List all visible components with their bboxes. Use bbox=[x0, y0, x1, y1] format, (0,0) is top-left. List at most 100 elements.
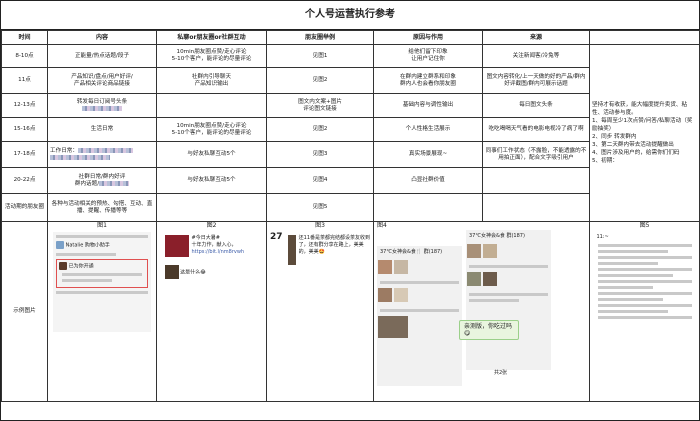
content-text: 工作日常： bbox=[50, 147, 78, 154]
cell-content: 转发每日订阅号头条 bbox=[47, 93, 157, 118]
cell-example: 见图2 bbox=[266, 67, 374, 94]
screenshot-line bbox=[469, 265, 548, 268]
fig4-chat-a-title: 37℃女神会&食🍴 群(187) bbox=[380, 249, 443, 255]
cell-interaction: 10min朋友圈点赞/走心评论 5-10个客户，能评论的尽量评论 bbox=[156, 117, 267, 142]
header-example: 朋友圈举例 bbox=[266, 30, 374, 45]
header-time: 时间 bbox=[1, 30, 48, 45]
photo-thumb bbox=[378, 260, 392, 274]
figure-3-cell: 图3 27 还11番是茶都完结都设茶友收到了，还有群分享在路上，美美的，美美🤩 bbox=[266, 221, 374, 402]
fig2-link[interactable]: https://bit.l/nm8rvwh bbox=[192, 249, 245, 256]
photo-thumb bbox=[378, 316, 408, 338]
fig4-overlay: 亲测版，你吃过吗😋 bbox=[459, 320, 519, 360]
cell-time: 20-22点 bbox=[1, 167, 48, 194]
cell-time: 8-10点 bbox=[1, 44, 48, 68]
execution-reference-sheet: 个人号运营执行参考 时间 内容 私聊or朋友圈or社群互动 朋友圈举例 原因与作… bbox=[0, 0, 700, 421]
fig2-subtitle: 十年力作，献入心， bbox=[191, 242, 237, 248]
header-interaction: 私聊or朋友圈or社群互动 bbox=[156, 30, 267, 45]
screenshot-line bbox=[469, 299, 519, 302]
photo-thumb bbox=[483, 272, 497, 286]
figure-2-label: 图2 bbox=[206, 222, 217, 230]
figure-5-cell: 图5 11:~ bbox=[589, 221, 700, 402]
screenshot-line bbox=[56, 252, 116, 256]
cell-content: 生活日常 bbox=[47, 117, 157, 142]
photo-thumb bbox=[394, 260, 408, 274]
cell-source bbox=[482, 167, 590, 194]
post-image-icon bbox=[164, 265, 179, 279]
screenshot-line bbox=[380, 309, 459, 312]
cell-time: 活动期的朋友圈 bbox=[1, 193, 48, 222]
cell-source: 关注新闻客/冷兔等 bbox=[482, 44, 590, 68]
screenshot-line bbox=[56, 291, 148, 294]
figure-4-cell: 图4 37℃女神会&食🍴 群(187) 37℃女神会&食 群(187) 亲测版，… bbox=[373, 221, 590, 402]
figure-4-label: 图4 bbox=[377, 222, 387, 230]
example-images-row: 示例图片 图1 Natalie 购物小助手 已为你开通 图2 #今日大暑# 十年… bbox=[1, 221, 700, 402]
screenshot-line bbox=[469, 293, 548, 296]
screenshot-line bbox=[597, 256, 692, 259]
examples-label: 示例图片 bbox=[1, 221, 48, 402]
cell-content: 正能量/热点话题/段子 bbox=[47, 44, 157, 68]
cell-example: 见图4 bbox=[266, 167, 374, 194]
page-title: 个人号运营执行参考 bbox=[1, 1, 699, 30]
post-image-icon bbox=[164, 235, 189, 257]
cell-example: 见图5 bbox=[266, 193, 374, 222]
fig2-caption: 这是什么😂 bbox=[164, 265, 259, 279]
fig3-text: 还11番是茶都完结都设茶友收到了，还有群分享在路上，美美的，美美🤩 bbox=[298, 235, 371, 255]
cell-reason: 给他们留下印象 让用户记住你 bbox=[373, 44, 483, 68]
fig3-date: 27 bbox=[270, 232, 283, 242]
table-row: 8-10点 正能量/热点话题/段子 10min朋友圈点赞/走心评论 5-10个客… bbox=[1, 44, 700, 222]
header-source: 来源 bbox=[482, 30, 590, 45]
cell-content: 社群日常/群内好评 群内话题/ bbox=[47, 167, 157, 194]
screenshot-line bbox=[597, 286, 653, 289]
avatar bbox=[56, 241, 64, 249]
cell-interaction: 10min朋友圈点赞/走心评论 5-10个客户，能评论的尽量评论 bbox=[156, 44, 267, 68]
chat-bubble: 亲测版，你吃过吗😋 bbox=[459, 320, 519, 340]
cell-reason: 真实场景展现~ bbox=[373, 141, 483, 168]
fig5-time: 11:~ bbox=[596, 234, 609, 240]
figure-4-collage: 37℃女神会&食🍴 群(187) 37℃女神会&食 群(187) 亲测版，你吃过… bbox=[375, 230, 589, 390]
header-content: 内容 bbox=[47, 30, 157, 45]
fig1-badge: 已为你开通 bbox=[59, 261, 145, 271]
photo-thumb bbox=[467, 272, 481, 286]
fig4-chat-b-title: 37℃女神会&食 群(187) bbox=[469, 233, 525, 239]
fig1-name: Natalie 购物小助手 bbox=[56, 241, 148, 250]
fig2-title: #今日大暑# bbox=[191, 235, 220, 241]
cell-source bbox=[482, 193, 590, 222]
screenshot-line bbox=[597, 304, 692, 307]
screenshot-line bbox=[597, 274, 673, 277]
screenshot-line bbox=[597, 310, 668, 313]
cell-reason: 基础内容与调性输出 bbox=[373, 93, 483, 118]
cell-content: 各种与活动相关的预热、勾搭、互动、直播、提醒、传播等等 bbox=[47, 193, 157, 222]
cell-source: 同事们工作状态（不露脸，不能透露的不用拍正面），配合文字吸引用户 bbox=[482, 141, 590, 168]
screenshot-line bbox=[597, 316, 692, 319]
figure-5-label: 图5 bbox=[639, 222, 650, 230]
cell-reason bbox=[373, 193, 483, 222]
figure-1-cell: 图1 Natalie 购物小助手 已为你开通 bbox=[47, 221, 157, 402]
cell-source: 吃吃喝喝天气看的电影电视冷了病了啊 bbox=[482, 117, 590, 142]
screenshot-line bbox=[380, 281, 459, 284]
post-image-icon bbox=[287, 235, 296, 265]
figure-3-screenshot: 27 还11番是茶都完结都设茶友收到了，还有群分享在路上，美美的，美美🤩 bbox=[268, 232, 372, 312]
cell-time: 17-18点 bbox=[1, 141, 48, 168]
cell-example: 见图3 bbox=[266, 141, 374, 168]
screenshot-line bbox=[597, 298, 663, 301]
redacted-text bbox=[77, 147, 133, 153]
cell-interaction: 社群内引导聊天 产品知识输出 bbox=[156, 67, 267, 94]
header-blank bbox=[589, 30, 700, 45]
figure-5-screenshot: 11:~ bbox=[594, 232, 695, 362]
header-reason: 原因与作用 bbox=[373, 30, 483, 45]
fig1-name-text: Natalie 购物小助手 bbox=[65, 242, 110, 249]
photo-thumb bbox=[467, 244, 481, 258]
screenshot-line bbox=[56, 235, 148, 238]
fig4-caption: 共2张 bbox=[494, 370, 508, 376]
cell-interaction bbox=[156, 93, 267, 118]
screenshot-line bbox=[597, 268, 692, 271]
cell-time: 11点 bbox=[1, 67, 48, 94]
screenshot-line bbox=[62, 273, 142, 276]
cell-time: 15-16点 bbox=[1, 117, 48, 142]
highlight-box: 已为你开通 bbox=[56, 258, 148, 288]
figure-4-chat-a: 37℃女神会&食🍴 群(187) bbox=[377, 246, 462, 386]
screenshot-line bbox=[597, 244, 692, 247]
figure-2-cell: 图2 #今日大暑# 十年力作，献入心， https://bit.l/nm8rvw… bbox=[156, 221, 267, 402]
cell-interaction: 与好友私聊互动5个 bbox=[156, 141, 267, 168]
photo-thumb bbox=[378, 288, 392, 302]
